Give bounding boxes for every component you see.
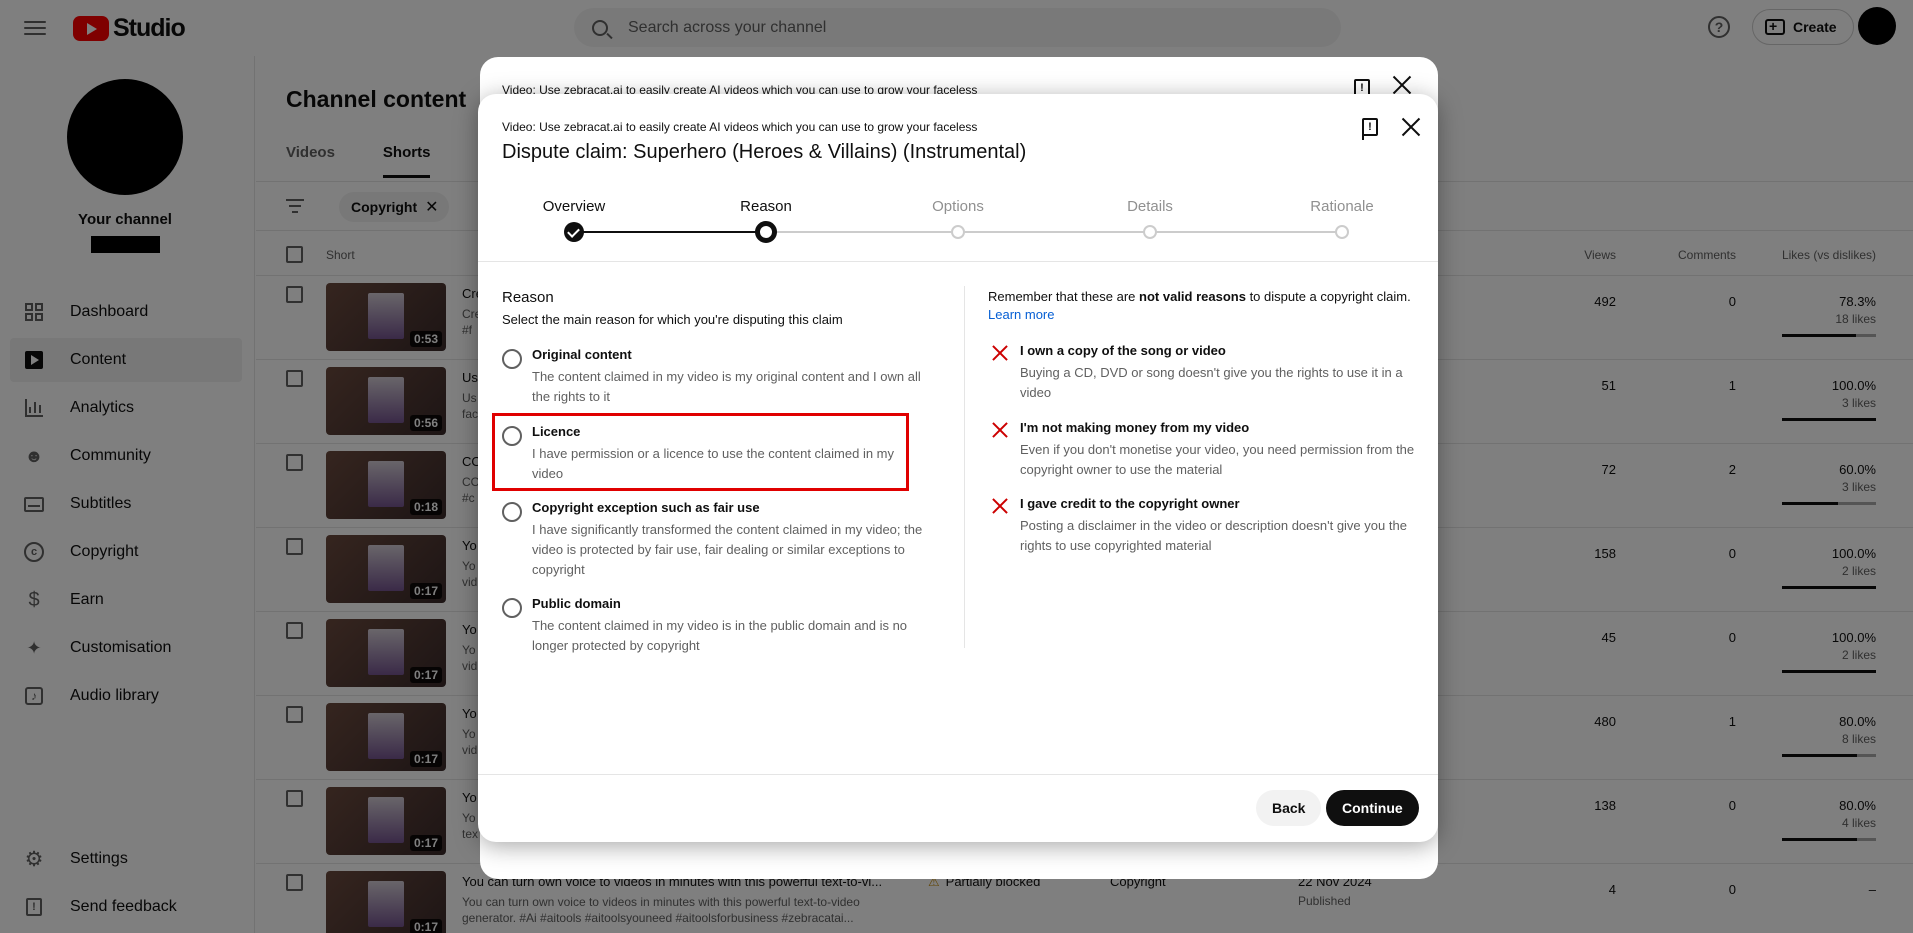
invalid-x-icon (992, 422, 1008, 438)
invalid-x-icon (992, 345, 1008, 361)
divider (478, 261, 1438, 262)
continue-button[interactable]: Continue (1326, 790, 1419, 826)
step-rationale-label: Rationale (1310, 198, 1374, 215)
step-reason-label: Reason (740, 198, 792, 215)
column-divider (964, 286, 965, 648)
invalid-reason-label: I'm not making money from my video (1020, 420, 1250, 435)
stepper-line-complete (574, 231, 766, 233)
invalid-reason-description: Even if you don't monetise your video, y… (1020, 442, 1415, 477)
dispute-claim-dialog: Video: Use zebracat.ai to easily create … (478, 94, 1438, 842)
option-description: The content claimed in my video is my or… (532, 369, 921, 404)
option-description: I have significantly transformed the con… (532, 522, 923, 577)
step-pending-dot (1143, 225, 1157, 239)
note-bold: not valid reasons (1139, 289, 1246, 304)
radio-original-content[interactable] (502, 349, 522, 369)
close-icon[interactable] (1401, 117, 1421, 137)
invalid-reason-label: I gave credit to the copyright owner (1020, 496, 1240, 511)
invalid-reasons-note: Remember that these are not valid reason… (988, 287, 1418, 307)
step-complete-check-icon (564, 222, 584, 242)
invalid-x-icon (992, 498, 1008, 514)
step-overview-label: Overview (542, 198, 606, 215)
highlight-box (492, 413, 909, 491)
reason-subheading: Select the main reason for which you're … (502, 312, 843, 327)
stepper-line-remaining (766, 231, 1342, 233)
report-flag-icon[interactable]: ! (1362, 118, 1378, 140)
step-pending-dot (951, 225, 965, 239)
dialog-video-text: Video: Use zebracat.ai to easily create … (502, 120, 978, 134)
dialog-title: Dispute claim: Superhero (Heroes & Villa… (502, 141, 1027, 163)
step-current-dot (755, 221, 777, 243)
option-label: Copyright exception such as fair use (532, 500, 760, 515)
radio-fair-use[interactable] (502, 502, 522, 522)
close-icon[interactable] (1392, 75, 1412, 95)
note-suffix: to dispute a copyright claim. (1245, 289, 1411, 304)
option-label: Original content (532, 347, 632, 362)
invalid-reason-label: I own a copy of the song or video (1020, 343, 1226, 358)
option-description: The content claimed in my video is in th… (532, 618, 908, 653)
invalid-reason-description: Posting a disclaimer in the video or des… (1020, 518, 1407, 553)
option-label: Public domain (532, 596, 621, 611)
dispute-stepper: Overview Reason Options Details Rational… (478, 194, 1438, 264)
note-prefix: Remember that these are (988, 289, 1140, 304)
reason-heading: Reason (502, 289, 554, 306)
step-details-label: Details (1127, 198, 1173, 215)
back-button[interactable]: Back (1256, 790, 1322, 826)
dialog-footer: Back Continue (478, 774, 1438, 842)
invalid-reason-description: Buying a CD, DVD or song doesn't give yo… (1020, 365, 1403, 400)
step-options-label: Options (932, 198, 984, 215)
radio-public-domain[interactable] (502, 598, 522, 618)
step-pending-dot (1335, 225, 1349, 239)
learn-more-link[interactable]: Learn more (988, 307, 1054, 322)
